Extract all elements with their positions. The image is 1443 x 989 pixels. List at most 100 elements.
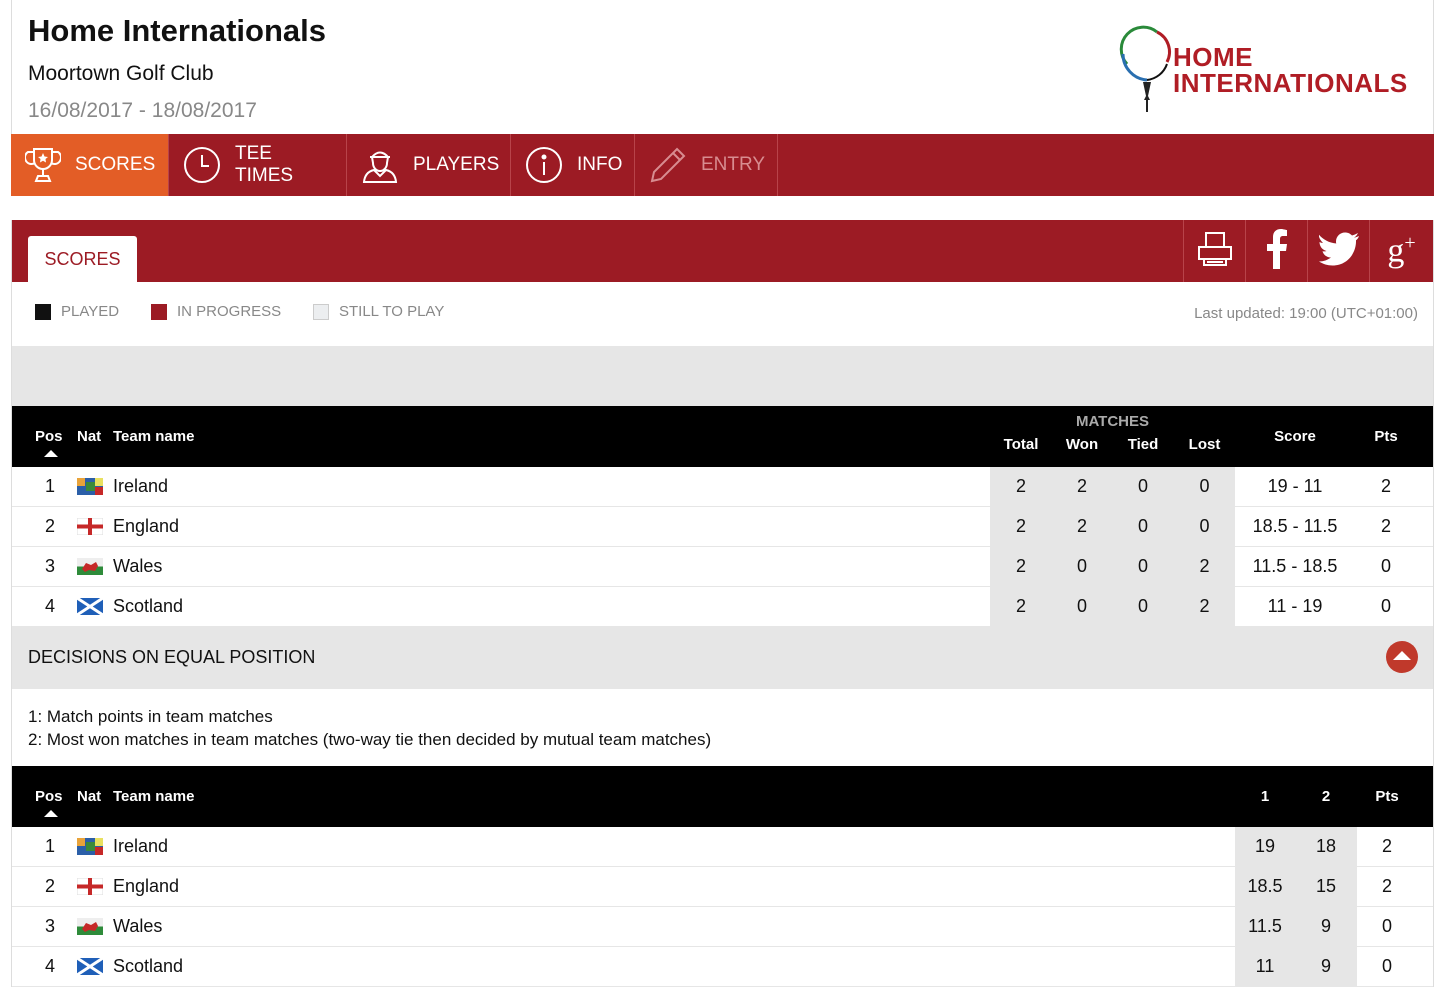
- google-plus-share-button[interactable]: g+: [1369, 220, 1433, 282]
- row-pos: 1: [44, 476, 55, 496]
- row-criterion-2: 9: [1320, 956, 1331, 976]
- sort-ascending-icon: [44, 450, 58, 457]
- twitter-share-button[interactable]: [1307, 220, 1369, 282]
- table-row[interactable]: 1 Ireland 19 18 2: [12, 827, 1433, 867]
- row-pts: 0: [1380, 596, 1391, 616]
- col-team: Team name: [113, 788, 195, 805]
- table-row[interactable]: 3 Wales 2 0 0 2 11.5 - 18.5 0: [12, 547, 1433, 587]
- still-to-play-swatch: [313, 303, 329, 320]
- table-row[interactable]: 2 England 18.5 15 2: [12, 867, 1433, 907]
- pencil-icon: [649, 146, 687, 184]
- decision-rules: 1: Match points in team matches 2: Most …: [12, 689, 1433, 766]
- wales-flag-icon: [77, 918, 103, 935]
- row-score: 11 - 19: [1267, 596, 1323, 616]
- nav-tee-times-label: TEE TIMES: [235, 143, 294, 186]
- legend-in-progress: IN PROGRESS: [151, 303, 281, 320]
- row-won: 2: [1076, 516, 1087, 536]
- tiebreak-header: Pos Nat Team name 1 2 Pts: [12, 766, 1433, 827]
- row-tied: 0: [1137, 596, 1148, 616]
- print-icon: [1195, 229, 1235, 274]
- row-pos: 3: [44, 916, 55, 936]
- facebook-share-button[interactable]: [1245, 220, 1307, 282]
- table-row[interactable]: 4 Scotland 11 9 0: [12, 947, 1433, 987]
- col-pos[interactable]: Pos: [35, 788, 63, 805]
- legend-still-to-play: STILL TO PLAY: [313, 303, 444, 320]
- row-pts: 2: [1380, 476, 1391, 496]
- row-team-name: Wales: [113, 916, 163, 936]
- row-total: 2: [1015, 556, 1026, 576]
- played-swatch: [35, 303, 51, 320]
- nav-info-label: INFO: [577, 154, 623, 175]
- spacer-band: [12, 346, 1433, 406]
- scores-panel: SCORES g+ PLAYED IN PROGRESS STILL TO PL…: [11, 220, 1434, 987]
- nav-info[interactable]: INFO: [511, 134, 635, 196]
- row-criterion-1: 18.5: [1247, 876, 1283, 896]
- nav-entry[interactable]: ENTRY: [635, 134, 778, 196]
- tiebreak-body: 1 Ireland 19 18 2 2 England 18.5 15 2 3: [12, 827, 1433, 987]
- print-button[interactable]: [1183, 220, 1245, 282]
- legend-still-to-play-label: STILL TO PLAY: [339, 303, 445, 320]
- table-row[interactable]: 2 England 2 2 0 0 18.5 - 11.5 2: [12, 507, 1433, 547]
- row-score: 18.5 - 11.5: [1252, 516, 1338, 536]
- row-pts: 2: [1380, 516, 1391, 536]
- table-row[interactable]: 1 Ireland 2 2 0 0 19 - 11 2: [12, 467, 1433, 507]
- clock-icon: [183, 146, 221, 184]
- scotland-flag-icon: [76, 596, 104, 617]
- row-team-name: Scotland: [113, 956, 184, 976]
- table-row[interactable]: 3 Wales 11.5 9 0: [12, 907, 1433, 947]
- row-tied: 0: [1137, 516, 1148, 536]
- nav-tee-times[interactable]: TEE TIMES: [169, 134, 347, 196]
- row-pos: 1: [44, 836, 55, 856]
- row-total: 2: [1015, 516, 1026, 536]
- panel-toolbar: SCORES g+: [12, 220, 1433, 282]
- collapse-button[interactable]: [1386, 641, 1418, 673]
- player-icon: [361, 146, 399, 184]
- row-criterion-1: 11.5: [1248, 916, 1282, 936]
- standings-header: Pos Nat Team name MATCHES Total Won Tied…: [12, 406, 1433, 467]
- event-dates: 16/08/2017 - 18/08/2017: [28, 99, 257, 122]
- page-header: Home Internationals Moortown Golf Club 1…: [11, 0, 1434, 134]
- tab-scores[interactable]: SCORES: [28, 236, 137, 282]
- nav-scores[interactable]: SCORES: [11, 134, 169, 196]
- row-score: 11.5 - 18.5: [1252, 556, 1338, 576]
- col-pos[interactable]: Pos: [35, 428, 63, 445]
- england-flag-icon: [76, 517, 104, 536]
- nav-players-label: PLAYERS: [413, 154, 500, 175]
- table-row[interactable]: 4 Scotland 2 0 0 2 11 - 19 0: [12, 587, 1433, 627]
- row-tied: 0: [1137, 476, 1148, 496]
- twitter-icon: [1318, 232, 1359, 271]
- ireland-flag-icon: [77, 838, 103, 855]
- ireland-flag-icon: [77, 478, 103, 495]
- main-nav: SCORES TEE TIMES PLAYERS INFO ENTRY: [11, 134, 1434, 196]
- standings-body: 1 Ireland 2 2 0 0 19 - 11 2 2 England 2 …: [12, 467, 1433, 627]
- decisions-section-header[interactable]: DECISIONS ON EQUAL POSITION: [12, 627, 1433, 689]
- legend-played-label: PLAYED: [61, 303, 120, 320]
- row-tied: 0: [1137, 556, 1148, 576]
- col-criterion-1: 1: [1260, 788, 1270, 805]
- england-flag-icon: [76, 877, 104, 896]
- row-team-name: Ireland: [113, 836, 169, 856]
- logo-text-internationals: INTERNATIONALS: [1173, 68, 1408, 98]
- nav-scores-label: SCORES: [75, 154, 156, 175]
- in-progress-swatch: [151, 303, 167, 320]
- row-pts: 2: [1381, 876, 1392, 896]
- chevron-up-icon: [1393, 651, 1411, 660]
- col-pts: Pts: [1374, 428, 1398, 445]
- nav-players[interactable]: PLAYERS: [347, 134, 511, 196]
- info-icon: [525, 146, 563, 184]
- row-total: 2: [1015, 476, 1026, 496]
- col-won: Won: [1065, 436, 1099, 453]
- col-nat: Nat: [77, 788, 102, 805]
- col-tied: Tied: [1127, 436, 1159, 453]
- scotland-flag-icon: [76, 956, 104, 977]
- sort-ascending-icon: [44, 810, 58, 817]
- rule-2: 2: Most won matches in team matches (two…: [28, 730, 712, 749]
- legend-played: PLAYED: [35, 303, 119, 320]
- event-title: Home Internationals: [28, 13, 326, 48]
- rule-1: 1: Match points in team matches: [28, 707, 273, 726]
- row-team-name: Wales: [113, 556, 163, 576]
- facebook-icon: [1265, 228, 1289, 274]
- row-lost: 2: [1199, 596, 1210, 616]
- col-score: Score: [1274, 428, 1316, 445]
- row-criterion-1: 19: [1254, 836, 1276, 856]
